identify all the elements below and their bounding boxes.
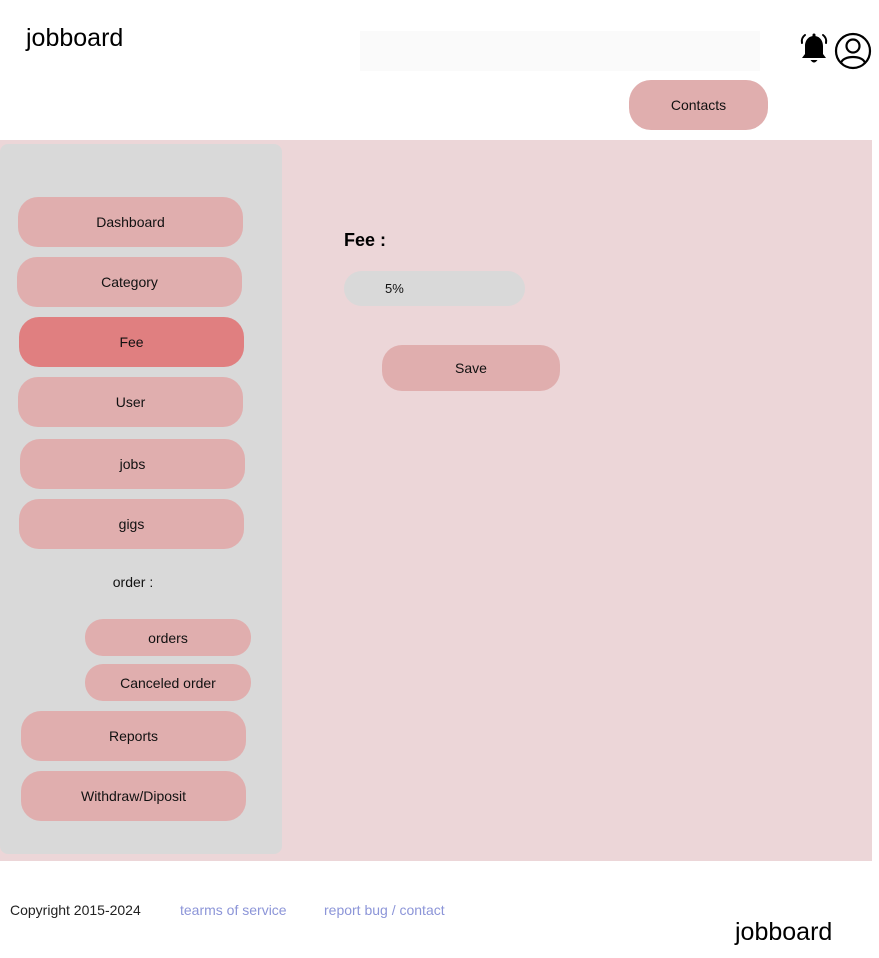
save-button[interactable]: Save bbox=[382, 345, 560, 391]
sidebar-item-reports[interactable]: Reports bbox=[21, 711, 246, 761]
copyright-text: Copyright 2015-2024 bbox=[10, 902, 141, 918]
search-input[interactable] bbox=[360, 31, 760, 71]
sidebar-item-fee[interactable]: Fee bbox=[19, 317, 244, 367]
sidebar-item-orders[interactable]: orders bbox=[85, 619, 251, 656]
sidebar-item-withdraw-deposit[interactable]: Withdraw/Diposit bbox=[21, 771, 246, 821]
order-group-label: order : bbox=[112, 574, 154, 590]
terms-of-service-link[interactable]: tearms of service bbox=[180, 902, 287, 918]
sidebar-item-category[interactable]: Category bbox=[17, 257, 242, 307]
brand-logo: jobboard bbox=[26, 24, 124, 52]
footer-brand: jobboard bbox=[735, 918, 833, 946]
bell-icon[interactable] bbox=[798, 32, 830, 68]
user-circle-icon[interactable] bbox=[834, 32, 872, 70]
sidebar-item-dashboard[interactable]: Dashboard bbox=[18, 197, 243, 247]
contacts-button[interactable]: Contacts bbox=[629, 80, 768, 130]
sidebar-item-jobs[interactable]: jobs bbox=[20, 439, 245, 489]
fee-label: Fee : bbox=[344, 230, 387, 250]
report-bug-link[interactable]: report bug / contact bbox=[324, 902, 445, 918]
sidebar-item-gigs[interactable]: gigs bbox=[19, 499, 244, 549]
fee-input[interactable] bbox=[344, 271, 525, 306]
sidebar-item-canceled-order[interactable]: Canceled order bbox=[85, 664, 251, 701]
sidebar-item-user[interactable]: User bbox=[18, 377, 243, 427]
